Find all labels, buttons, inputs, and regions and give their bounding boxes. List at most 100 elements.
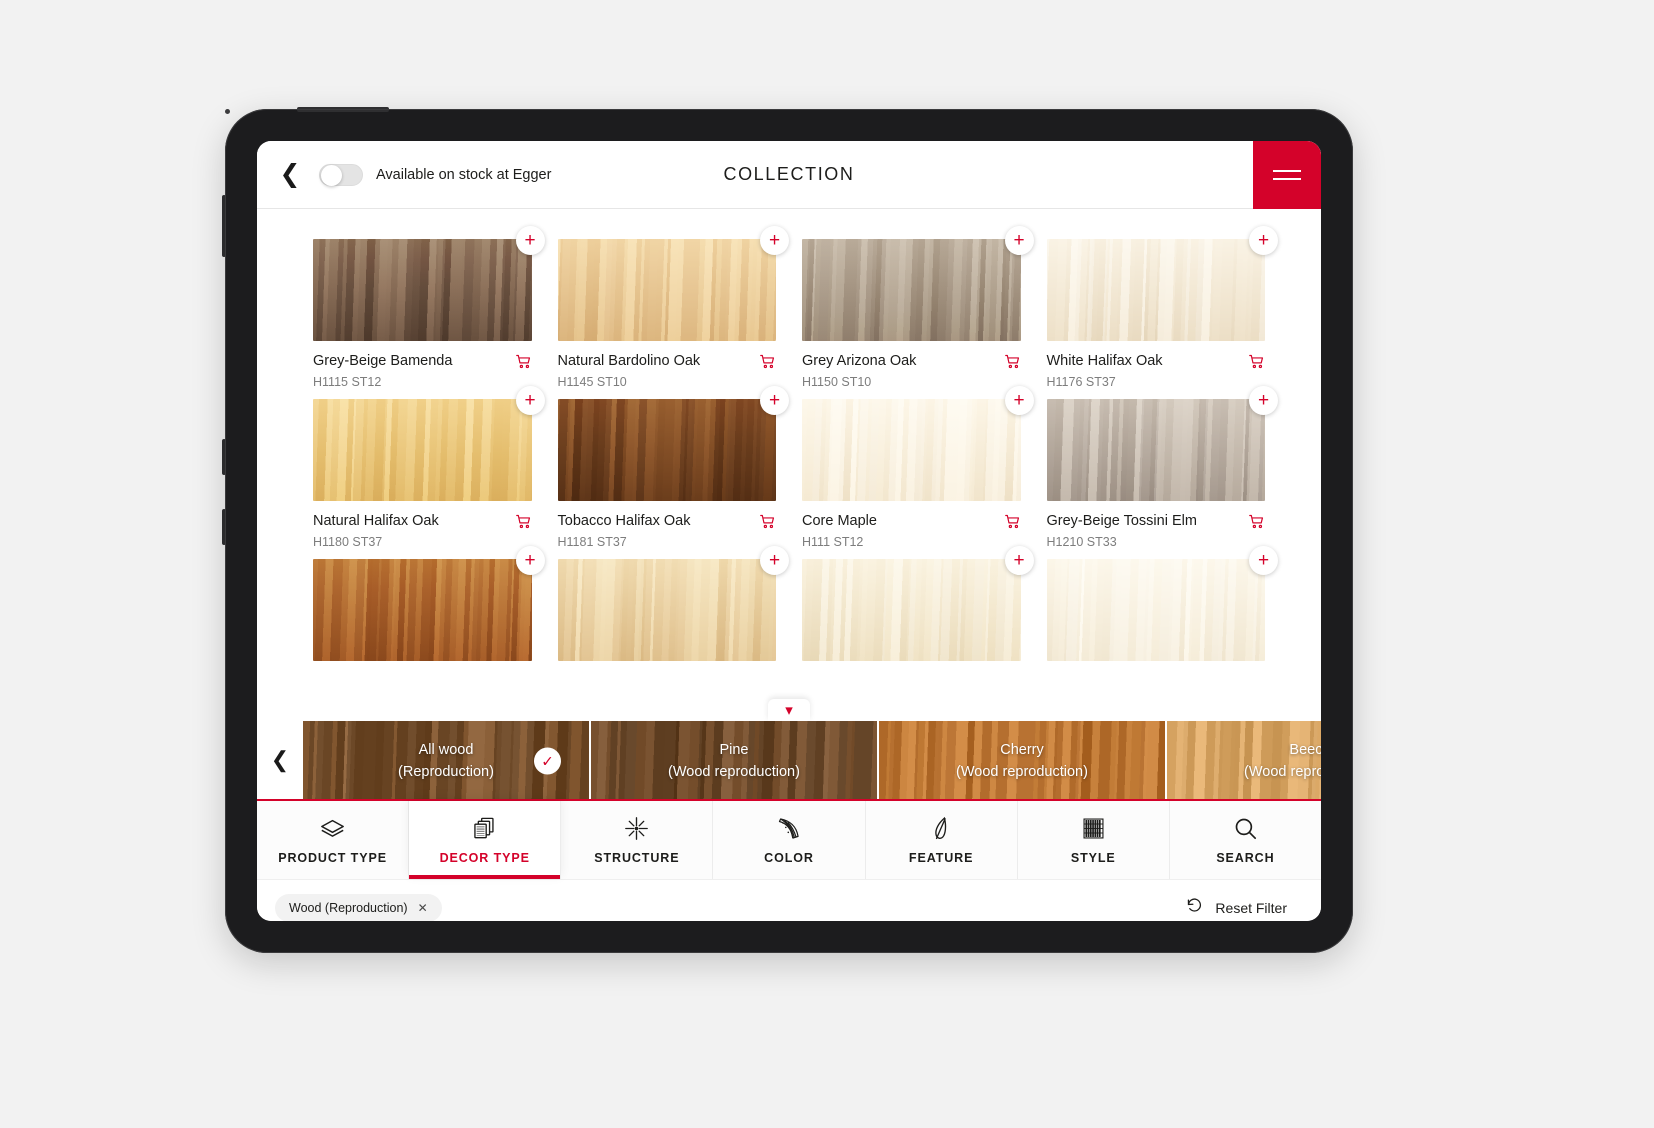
product-card[interactable]: +: [557, 545, 789, 661]
product-swatch-image[interactable]: [802, 558, 1021, 661]
decor-tile-line1: All wood: [418, 741, 474, 758]
product-swatch-image[interactable]: [313, 239, 532, 341]
decor-tile-label: Cherry (Wood reproduction): [956, 739, 1088, 784]
decor-type-tile[interactable]: Pine (Wood reproduction): [591, 721, 877, 799]
product-meta: Tobacco Halifax Oak H1181 ST37: [558, 512, 777, 549]
shopping-cart-icon[interactable]: [1248, 513, 1265, 530]
decor-tile-label: All wood (Reproduction): [398, 739, 494, 784]
add-product-plus-icon[interactable]: +: [515, 545, 545, 575]
tab-label: STRUCTURE: [594, 850, 680, 865]
carousel-track: All wood (Reproduction) ✓ Pine (Wood rep…: [303, 721, 1321, 799]
add-product-plus-icon[interactable]: +: [1249, 226, 1278, 255]
add-product-plus-icon[interactable]: +: [1249, 385, 1278, 415]
product-swatch-image[interactable]: [802, 239, 1021, 341]
decor-tile-line1: Pine: [719, 741, 749, 758]
product-swatch-image[interactable]: [313, 558, 532, 661]
decor-tile-line2: (Wood reproduction): [1244, 764, 1321, 780]
product-swatch-image[interactable]: [1046, 239, 1265, 341]
volume-up-button[interactable]: [222, 439, 226, 475]
available-on-stock-toggle[interactable]: [319, 163, 363, 186]
add-product-plus-icon[interactable]: +: [1004, 226, 1034, 255]
product-card[interactable]: +: [802, 545, 1034, 661]
product-card[interactable]: + Natural Halifax Oak H1180 ST37: [313, 385, 545, 549]
tab-product-type[interactable]: PRODUCT TYPE: [257, 801, 410, 879]
decor-type-tile[interactable]: All wood (Reproduction) ✓: [303, 721, 589, 799]
tab-label: SEARCH: [1216, 850, 1275, 865]
product-card[interactable]: + Core Maple H111 ST12: [802, 385, 1034, 549]
add-product-plus-icon[interactable]: +: [515, 385, 545, 415]
product-name: Grey-Beige Bamenda: [313, 353, 453, 369]
power-button[interactable]: [222, 195, 226, 257]
reset-filter-button[interactable]: Reset Filter: [1185, 896, 1287, 920]
product-meta: Core Maple H111 ST12: [802, 512, 1021, 549]
product-swatch-image[interactable]: [1046, 558, 1265, 661]
product-name: Natural Bardolino Oak: [557, 353, 701, 369]
product-code: H1210 ST33: [1046, 534, 1117, 549]
product-swatch-image[interactable]: [557, 398, 776, 501]
product-card[interactable]: + Grey-Beige Bamenda H1115 ST12: [313, 226, 545, 389]
add-product-plus-icon[interactable]: +: [1004, 385, 1034, 415]
shopping-cart-icon[interactable]: [1004, 513, 1021, 530]
hamburger-menu-icon[interactable]: [1253, 141, 1321, 209]
product-swatch-image[interactable]: [802, 398, 1021, 501]
filter-chip-list: Wood (Reproduction) ✕: [275, 893, 442, 921]
product-swatch-image[interactable]: [557, 239, 776, 341]
product-swatch-image[interactable]: [557, 558, 776, 661]
layers-board-icon: [319, 816, 346, 842]
product-card[interactable]: +: [1046, 545, 1278, 661]
shopping-cart-icon[interactable]: [515, 513, 532, 530]
close-icon[interactable]: ✕: [418, 901, 428, 915]
shopping-cart-icon[interactable]: [1248, 353, 1265, 370]
tab-style[interactable]: STYLE: [1017, 801, 1170, 879]
shopping-cart-icon[interactable]: [759, 513, 776, 530]
carousel-prev-chevron-icon[interactable]: ❮: [257, 721, 303, 799]
tab-color[interactable]: COLOR: [713, 801, 866, 879]
decor-sheets-icon: [471, 816, 498, 842]
back-chevron-icon[interactable]: ❮: [267, 162, 313, 187]
product-grid: + Grey-Beige Bamenda H1115 ST12 + Natura…: [313, 226, 1278, 661]
product-meta: Grey-Beige Tossini Elm H1210 ST33: [1047, 512, 1266, 549]
decor-tile-label: Beech (Wood reproduction): [1244, 739, 1321, 784]
shopping-cart-icon[interactable]: [515, 353, 532, 370]
product-card[interactable]: + Tobacco Halifax Oak H1181 ST37: [557, 385, 789, 549]
add-product-plus-icon[interactable]: +: [1249, 545, 1278, 575]
decor-type-tile[interactable]: Beech (Wood reproduction): [1167, 721, 1321, 799]
product-card[interactable]: + Natural Bardolino Oak H1145 ST10: [557, 226, 789, 389]
add-product-plus-icon[interactable]: +: [515, 226, 545, 255]
volume-down-button[interactable]: [222, 509, 226, 545]
product-name: Tobacco Halifax Oak: [557, 512, 691, 529]
tab-structure[interactable]: STRUCTURE: [561, 801, 714, 879]
add-product-plus-icon[interactable]: +: [1004, 545, 1034, 575]
product-code: H1150 ST10: [802, 374, 872, 389]
product-name: Core Maple: [802, 512, 877, 529]
add-product-plus-icon[interactable]: +: [760, 385, 789, 415]
filter-chip[interactable]: Wood (Reproduction) ✕: [275, 893, 442, 921]
menu-bar-1: [1273, 170, 1301, 172]
product-meta: White Halifax Oak H1176 ST37: [1047, 352, 1266, 389]
shopping-cart-icon[interactable]: [1004, 353, 1021, 370]
tablet-device-frame: ❮ Available on stock at Egger COLLECTION…: [222, 107, 1353, 953]
decor-type-carousel: ❮ All wood (Reproduction) ✓ Pine (Wood r…: [257, 721, 1321, 801]
decor-type-tile[interactable]: Cherry (Wood reproduction): [879, 721, 1165, 799]
tab-decor-type[interactable]: DECOR TYPE: [409, 801, 562, 879]
app-screen: ❮ Available on stock at Egger COLLECTION…: [257, 141, 1321, 921]
tab-search[interactable]: SEARCH: [1169, 801, 1321, 879]
product-card[interactable]: + Grey-Beige Tossini Elm H1210 ST33: [1046, 385, 1278, 549]
product-swatch-image[interactable]: [313, 398, 532, 501]
add-product-plus-icon[interactable]: +: [760, 545, 789, 575]
collection-grid-area: + Grey-Beige Bamenda H1115 ST12 + Natura…: [257, 209, 1321, 721]
decor-tile-line2: (Reproduction): [398, 764, 494, 780]
product-card[interactable]: + White Halifax Oak H1176 ST37: [1046, 226, 1278, 389]
stock-filter-toggle-group: Available on stock at Egger: [319, 163, 551, 186]
shopping-cart-icon[interactable]: [759, 353, 776, 370]
product-name: Grey-Beige Tossini Elm: [1046, 512, 1197, 529]
product-card[interactable]: + Grey Arizona Oak H1150 ST10: [802, 226, 1034, 389]
tab-feature[interactable]: FEATURE: [865, 801, 1018, 879]
antenna-line: [297, 107, 389, 112]
tab-label: COLOR: [764, 850, 814, 865]
chevron-down-icon[interactable]: ▾: [768, 699, 810, 721]
product-card[interactable]: +: [313, 545, 545, 661]
product-swatch-image[interactable]: [1046, 398, 1265, 501]
add-product-plus-icon[interactable]: +: [760, 226, 789, 255]
filter-chip-label: Wood (Reproduction): [289, 900, 408, 915]
